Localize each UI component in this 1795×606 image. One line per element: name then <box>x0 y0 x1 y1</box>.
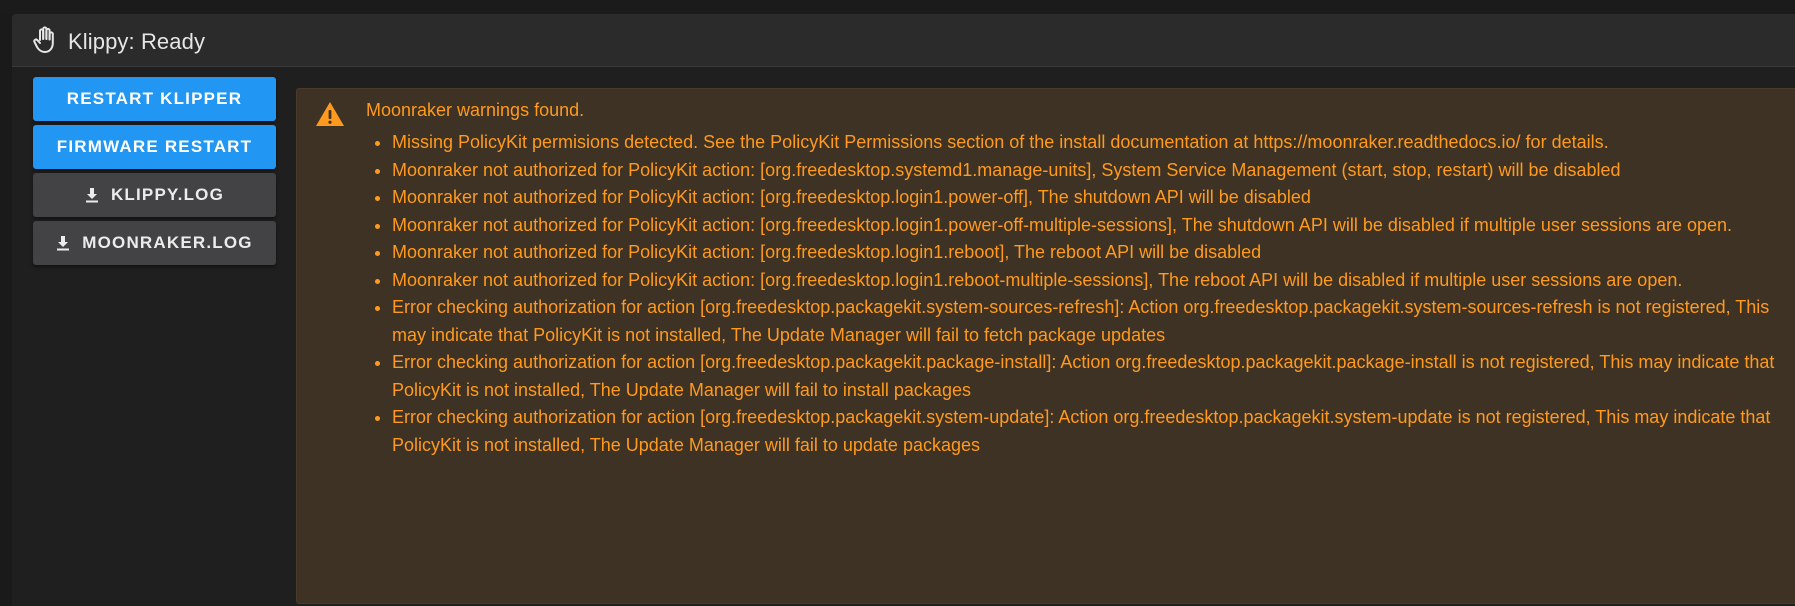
list-item: Moonraker not authorized for PolicyKit a… <box>392 239 1795 267</box>
firmware-restart-button[interactable]: FIRMWARE RESTART <box>33 125 276 169</box>
list-item: Error checking authorization for action … <box>392 349 1795 404</box>
klippy-log-button[interactable]: KLIPPY.LOG <box>33 173 276 217</box>
download-icon <box>57 236 70 251</box>
app-top-bar <box>0 0 1795 14</box>
page-title: Klippy: Ready <box>68 29 206 54</box>
list-item: Moonraker not authorized for PolicyKit a… <box>392 267 1795 295</box>
warning-alert: Moonraker warnings found. Missing Policy… <box>296 88 1795 604</box>
status-panel: Klippy: Ready RESTART KLIPPER FIRMWARE R… <box>12 14 1795 606</box>
list-item: Error checking authorization for action … <box>392 404 1795 459</box>
list-item: Moonraker not authorized for PolicyKit a… <box>392 157 1795 185</box>
klippy-log-label: KLIPPY.LOG <box>110 185 225 204</box>
list-item: Error checking authorization for action … <box>392 294 1795 349</box>
panel-header: Klippy: Ready <box>12 14 1795 67</box>
restart-klipper-button[interactable]: RESTART KLIPPER <box>33 77 276 121</box>
firmware-restart-label: FIRMWARE RESTART <box>56 137 253 156</box>
moonraker-log-button[interactable]: MOONRAKER.LOG <box>33 221 276 265</box>
download-icon <box>85 188 98 203</box>
list-item: Moonraker not authorized for PolicyKit a… <box>392 212 1795 240</box>
restart-klipper-label: RESTART KLIPPER <box>66 89 243 108</box>
list-item: Moonraker not authorized for PolicyKit a… <box>392 184 1795 212</box>
alert-title: Moonraker warnings found. <box>366 100 585 120</box>
warning-list: Missing PolicyKit permisions detected. S… <box>366 129 1795 459</box>
warning-icon <box>316 102 344 126</box>
list-item: Missing PolicyKit permisions detected. S… <box>392 129 1795 157</box>
moonraker-log-label: MOONRAKER.LOG <box>82 233 253 252</box>
hand-icon <box>33 26 54 53</box>
